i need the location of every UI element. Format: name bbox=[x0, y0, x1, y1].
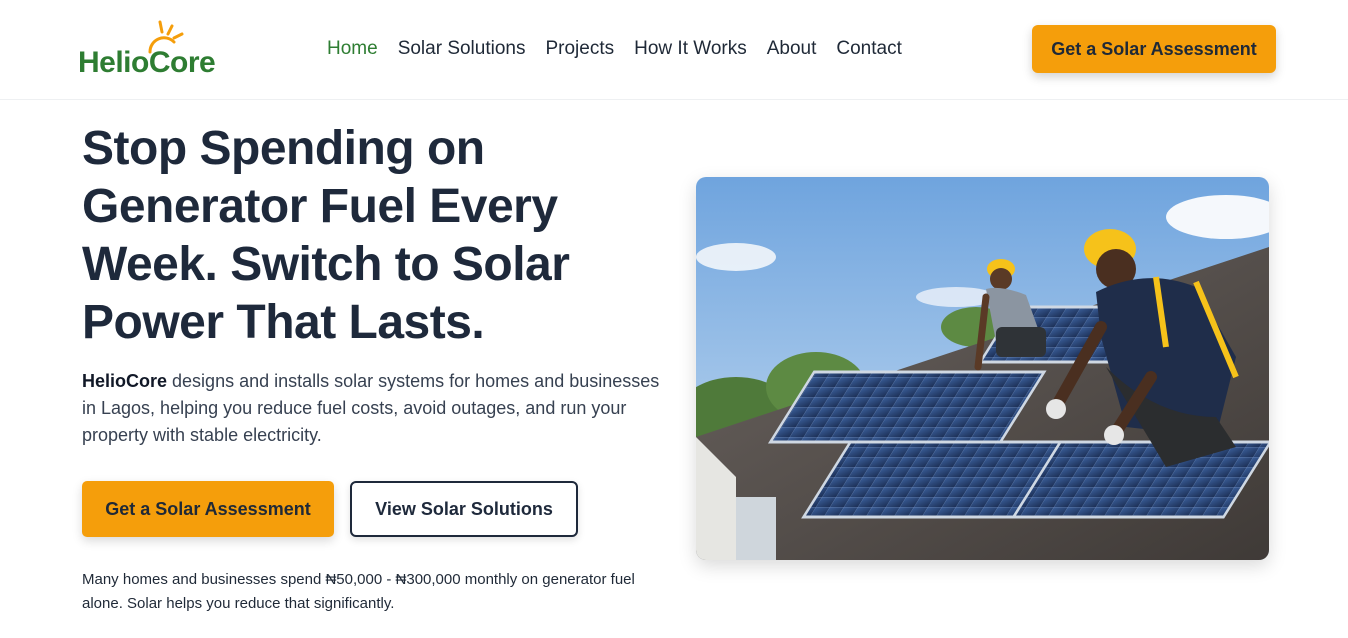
main-nav: Home Solar Solutions Projects How It Wor… bbox=[327, 36, 922, 62]
view-solutions-button[interactable]: View Solar Solutions bbox=[350, 481, 578, 537]
nav-projects[interactable]: Projects bbox=[545, 36, 614, 62]
nav-about[interactable]: About bbox=[767, 36, 817, 62]
nav-solar-solutions[interactable]: Solar Solutions bbox=[398, 36, 526, 62]
brand-name: HelioCore bbox=[78, 46, 216, 79]
nav-how-it-works[interactable]: How It Works bbox=[634, 36, 747, 62]
nav-contact[interactable]: Contact bbox=[836, 36, 901, 62]
hero-description: HelioCore designs and installs solar sys… bbox=[82, 368, 662, 449]
header-assessment-button[interactable]: Get a Solar Assessment bbox=[1032, 25, 1276, 73]
hero-image bbox=[696, 177, 1269, 560]
hero-title: Stop Spending on Generator Fuel Every We… bbox=[82, 122, 570, 349]
fuel-cost-note: Many homes and businesses spend ₦50,000 … bbox=[82, 571, 635, 612]
hero-description-brand: HelioCore bbox=[82, 371, 168, 391]
logo[interactable]: HelioCore bbox=[78, 20, 228, 82]
get-assessment-button[interactable]: Get a Solar Assessment bbox=[82, 481, 334, 537]
site-header: HelioCore Home Solar Solutions Projects … bbox=[0, 0, 1348, 100]
nav-home[interactable]: Home bbox=[327, 36, 378, 62]
hero-description-text: designs and installs solar systems for h… bbox=[82, 371, 660, 445]
